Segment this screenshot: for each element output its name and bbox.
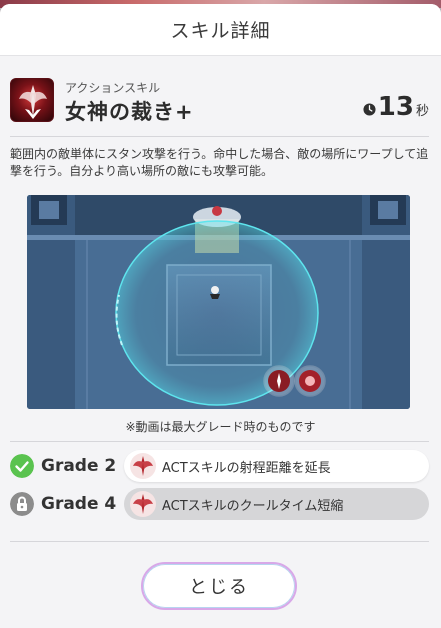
skill-cooldown: 13 秒 [363,92,429,122]
grade-effect-text: ACTスキルの射程距離を延長 [162,460,331,476]
lock-icon [10,492,34,516]
grade-effect-pill: ACTスキルの射程距離を延長 [124,450,429,482]
divider [10,441,429,442]
check-circle-icon [10,454,34,478]
skill-type-label: アクションスキル [65,81,161,95]
grade-row-2: Grade 2 ACTスキルの射程距離を延長 [10,450,431,482]
skill-emblem-icon [130,453,156,479]
skill-name: 女神の裁き+ [65,100,194,124]
clock-icon [363,103,376,116]
skill-header: アクションスキル 女神の裁き+ 13 秒 [10,78,431,130]
grade-effect-text: ACTスキルのクールタイム短縮 [162,498,344,514]
grade-row-4: Grade 4 ACTスキルのクールタイム短縮 [10,488,431,520]
cooldown-unit: 秒 [415,104,429,119]
cooldown-value: 13 [377,92,414,122]
skill-emblem-icon [130,491,156,517]
grade-label: Grade 2 [41,456,117,476]
skill-description: 範囲内の敵単体にスタン攻撃を行う。命中した場合、敵の場所にワープして追撃を行う。… [10,147,429,178]
dialog-header: スキル詳細 [0,4,441,56]
close-button[interactable]: とじる [141,562,297,610]
grade-effect-pill: ACTスキルのクールタイム短縮 [124,488,429,520]
preview-note: ※動画は最大グレード時のものです [125,420,316,434]
skill-emblem-icon [10,78,54,122]
divider [10,541,429,542]
grade-label: Grade 4 [41,494,117,514]
skill-preview-video[interactable] [27,195,410,409]
dialog-title: スキル詳細 [170,20,271,42]
divider [10,136,429,137]
